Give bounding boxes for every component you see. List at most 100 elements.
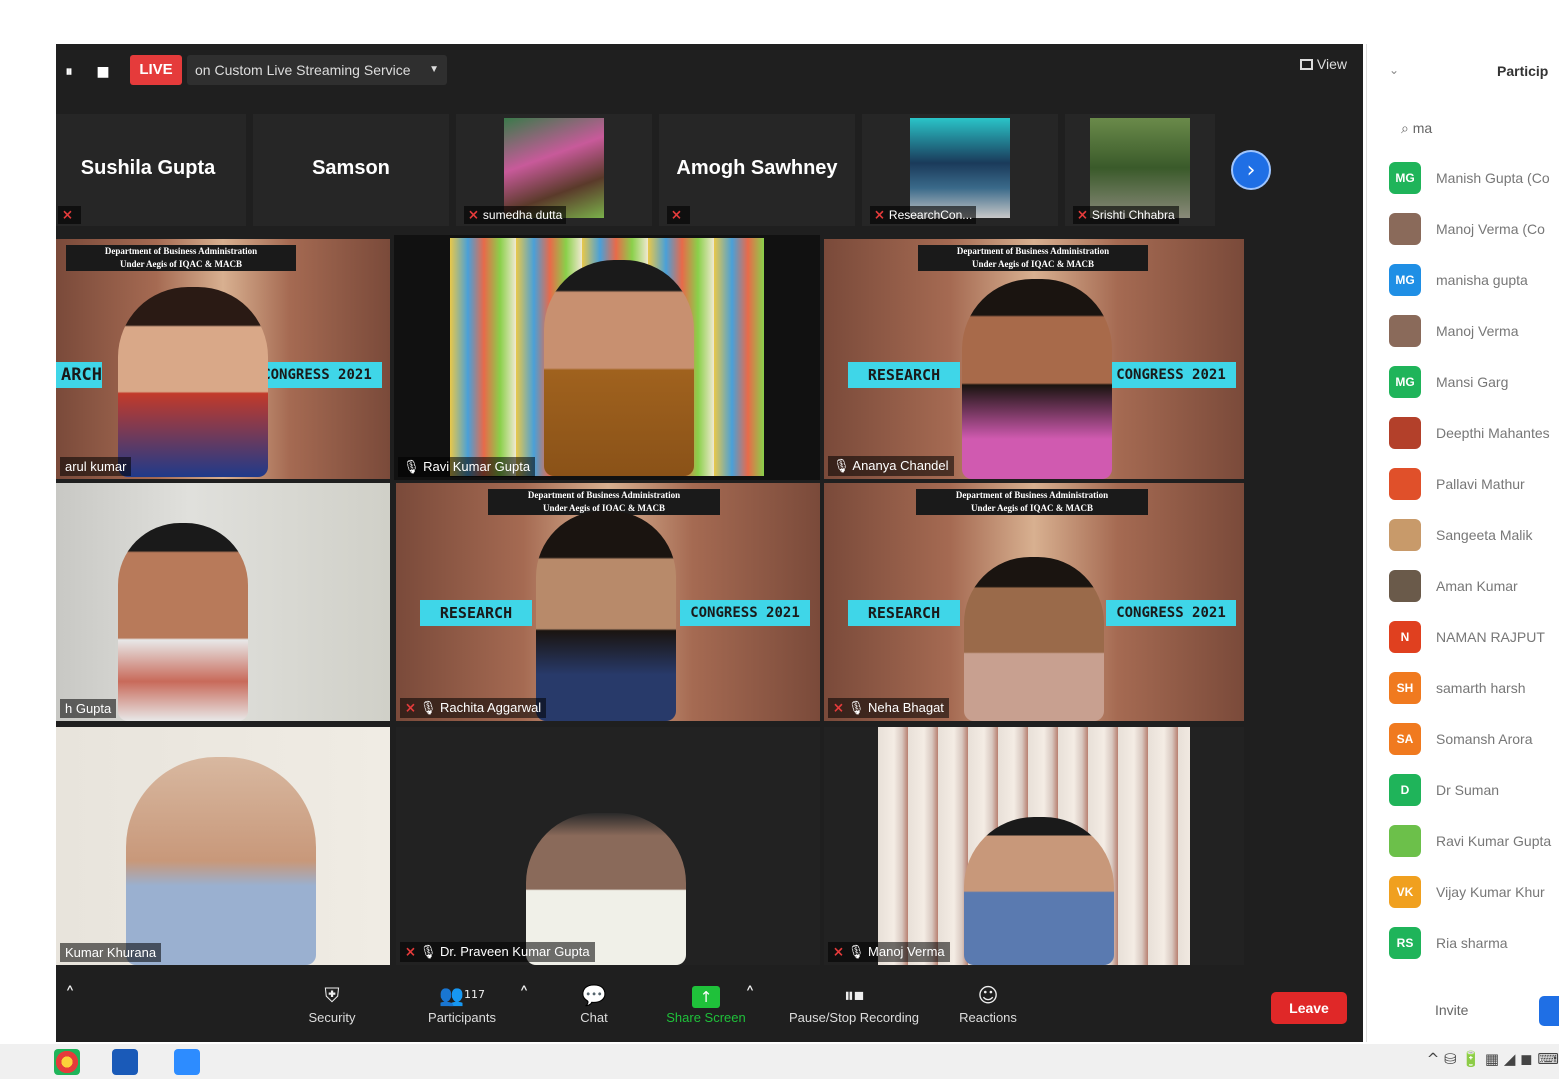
- video-grid: Department of Business Administration Und…: [56, 235, 1363, 967]
- banner-line1: Department of Business Administration: [527, 490, 681, 500]
- chevron-up-icon: ˄: [519, 983, 529, 1007]
- participant-name: Ravi Kumar Gupta: [423, 459, 531, 474]
- mute-all-button[interactable]: [1539, 996, 1559, 1026]
- participant-row[interactable]: Deepthi Mahantes: [1389, 417, 1559, 449]
- participant-label: ⨯ ResearchCon...: [870, 206, 977, 224]
- participant-name: Sushila Gupta: [80, 157, 216, 179]
- participant-row[interactable]: MG manisha gupta: [1389, 264, 1559, 296]
- participant-name-tag: 🎙 Ananya Chandel: [828, 456, 954, 476]
- video-tile[interactable]: Department of Business Administration Und…: [56, 239, 390, 479]
- participant-row[interactable]: Manoj Verma (Co: [1389, 213, 1559, 245]
- live-badge[interactable]: LIVE: [130, 55, 182, 85]
- participant-row[interactable]: RS Ria sharma: [1389, 927, 1559, 959]
- share-screen-label: Share Screen: [666, 1010, 746, 1025]
- participant-name: Rachita Aggarwal: [440, 700, 542, 715]
- zoom-icon[interactable]: [174, 1049, 200, 1075]
- participant-label-text: ResearchCon...: [888, 208, 973, 222]
- banner-line2: Under Aegis of IQAC & MACB: [119, 259, 243, 269]
- participant-row[interactable]: Pallavi Mathur: [1389, 468, 1559, 500]
- mic-muted-icon: ⨯: [405, 700, 416, 715]
- reactions-label: Reactions: [959, 1010, 1017, 1025]
- mic-icon: 🎙: [403, 459, 424, 474]
- participant-search-input[interactable]: ⌕ ma: [1401, 120, 1432, 137]
- participants-button[interactable]: 👥117 Participants: [412, 980, 512, 1025]
- participant-row[interactable]: MG Manish Gupta (Co: [1389, 162, 1559, 194]
- pause-stop-recording-button[interactable]: ⏸⏹ Pause/Stop Recording: [774, 980, 934, 1025]
- stop-stream-icon[interactable]: ■: [92, 61, 114, 83]
- view-button[interactable]: View: [1299, 56, 1347, 72]
- chat-label: Chat: [580, 1010, 608, 1025]
- avatar: VK: [1389, 876, 1421, 908]
- filmstrip-tile[interactable]: ⨯ ResearchCon...: [862, 114, 1058, 226]
- participant-video: [118, 523, 248, 721]
- video-tile[interactable]: Department of Business Administration Und…: [824, 483, 1244, 721]
- screen: ⏸ ■ LIVE on Custom Live Streaming Servic…: [0, 0, 1559, 1079]
- chrome-icon[interactable]: [54, 1049, 80, 1075]
- mic-muted-icon: ⨯: [468, 207, 479, 222]
- participant-row[interactable]: MG Mansi Garg: [1389, 366, 1559, 398]
- participant-name-tag: ⨯ 🎙 Neha Bhagat: [828, 698, 949, 718]
- participant-row[interactable]: N NAMAN RAJPUT: [1389, 621, 1559, 653]
- participant-row[interactable]: VK Vijay Kumar Khur: [1389, 876, 1559, 908]
- avatar: MG: [1389, 162, 1421, 194]
- pause-stream-icon[interactable]: ⏸: [58, 61, 80, 83]
- collapse-chevron-icon[interactable]: ⌄: [1389, 63, 1399, 77]
- mic-icon: 🎙: [833, 458, 853, 473]
- pause-stop-recording-label: Pause/Stop Recording: [788, 1010, 920, 1025]
- video-tile[interactable]: Kumar Khurana: [56, 727, 390, 965]
- mic-muted-icon: ⨯: [833, 944, 844, 959]
- chat-icon: 💬: [581, 983, 607, 1007]
- participant-row[interactable]: D Dr Suman: [1389, 774, 1559, 806]
- avatar: [1389, 213, 1421, 245]
- participant-row[interactable]: Aman Kumar: [1389, 570, 1559, 602]
- participant-name: Neha Bhagat: [868, 700, 944, 715]
- participant-row[interactable]: SA Somansh Arora: [1389, 723, 1559, 755]
- avatar: [1389, 315, 1421, 347]
- banner-research-text: ARCH: [56, 362, 102, 388]
- video-tile[interactable]: ⨯ 🎙 Manoj Verma: [824, 727, 1244, 965]
- chevron-down-icon: ▼: [429, 64, 439, 75]
- video-tile[interactable]: Department of Business Administration Und…: [824, 239, 1244, 479]
- banner-line1: Department of Business Administration: [956, 246, 1110, 256]
- filmstrip-tile[interactable]: ⨯ Srishti Chhabra: [1065, 114, 1215, 226]
- avatar: [1389, 519, 1421, 551]
- chat-button[interactable]: 💬 Chat: [564, 980, 624, 1025]
- avatar: MG: [1389, 366, 1421, 398]
- share-options-caret[interactable]: ˄: [742, 980, 758, 1010]
- participant-video: [126, 757, 316, 965]
- leave-button[interactable]: Leave: [1271, 992, 1347, 1024]
- view-label: View: [1316, 56, 1347, 72]
- next-page-arrow-icon[interactable]: ›: [1231, 150, 1271, 190]
- filmstrip-tile[interactable]: ⨯ sumedha dutta: [456, 114, 652, 226]
- participant-row[interactable]: Manoj Verma: [1389, 315, 1559, 347]
- participant-name: Ravi Kumar Gupta: [1436, 833, 1552, 849]
- participant-name: Pallavi Mathur: [1436, 476, 1525, 492]
- filmstrip-tile[interactable]: Sushila Gupta ⨯: [56, 114, 246, 226]
- security-button[interactable]: ⛨ Security: [292, 980, 372, 1025]
- banner-congress-text: CONGRESS 2021: [680, 600, 810, 626]
- panel-footer: Invite: [1367, 994, 1559, 1034]
- mic-muted-icon: ⨯: [62, 207, 73, 222]
- video-tile[interactable]: h Gupta: [56, 483, 390, 721]
- video-tile[interactable]: ⨯ 🎙 Dr. Praveen Kumar Gupta: [396, 727, 820, 965]
- search-query: ma: [1412, 120, 1433, 136]
- banner-line1: Department of Business Administration: [104, 246, 258, 256]
- video-tile-active-speaker[interactable]: 🎙 Ravi Kumar Gupta: [394, 235, 820, 480]
- participants-options-caret[interactable]: ˄: [516, 980, 532, 1010]
- participant-name: Somansh Arora: [1436, 731, 1533, 747]
- participant-row[interactable]: SH samarth harsh: [1389, 672, 1559, 704]
- participant-row[interactable]: Ravi Kumar Gupta: [1389, 825, 1559, 857]
- video-tile[interactable]: Department of Business Administration Und…: [396, 483, 820, 721]
- reactions-button[interactable]: ☺ Reactions: [946, 980, 1030, 1025]
- participant-label-text: Srishti Chhabra: [1091, 208, 1175, 222]
- mic-muted-icon: ⨯: [874, 207, 885, 222]
- stream-target-dropdown[interactable]: on Custom Live Streaming Service ▼: [187, 55, 447, 85]
- filmstrip-tile[interactable]: Samson: [253, 114, 449, 226]
- participant-label: ⨯ sumedha dutta: [464, 206, 567, 224]
- system-tray[interactable]: ^ ⛁ 🔋 ▦ ◢ ◼ ⌨: [1427, 1050, 1559, 1074]
- audio-options-caret[interactable]: ˄: [60, 980, 80, 1010]
- filmstrip-tile[interactable]: Amogh Sawhney ⨯: [659, 114, 855, 226]
- word-icon[interactable]: [112, 1049, 138, 1075]
- invite-button[interactable]: Invite: [1435, 1002, 1468, 1018]
- participant-row[interactable]: Sangeeta Malik: [1389, 519, 1559, 551]
